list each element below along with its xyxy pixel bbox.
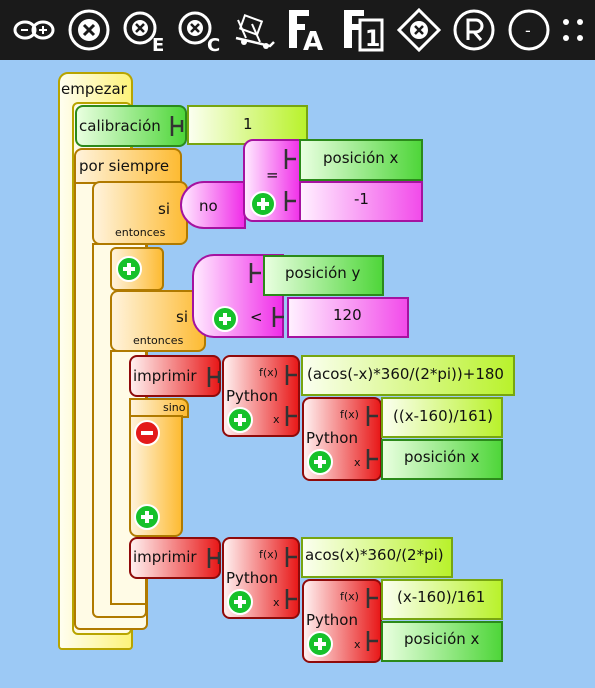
forever-label: por siempre — [79, 157, 170, 175]
pos-x-label-2: posición x — [404, 448, 480, 466]
expr-2: ((x-160)/161) — [393, 407, 494, 425]
pos-x-label-1: posición x — [323, 149, 399, 167]
python-label-4: Python — [306, 611, 358, 629]
then-label-2: entonces — [133, 334, 184, 347]
font-1-icon[interactable]: 1 — [342, 8, 386, 52]
connector-icon — [285, 364, 299, 386]
x-label-2: x — [354, 456, 361, 469]
equals-label: = — [266, 166, 279, 184]
add-icon[interactable] — [227, 407, 253, 433]
calibration-label: calibración — [79, 117, 161, 135]
connector-icon — [366, 630, 380, 652]
x-label-3: x — [273, 596, 280, 609]
minus-label: - — [525, 21, 531, 40]
connector-icon — [284, 148, 298, 170]
fx-label-3: f(x) — [259, 548, 278, 561]
if-label-2: si — [176, 308, 188, 326]
start-label: empezar — [61, 80, 127, 98]
c-letter: C — [207, 35, 220, 52]
font-a-icon[interactable]: A — [287, 8, 331, 52]
close-c-icon[interactable]: C — [177, 8, 221, 52]
if-label-1: si — [158, 200, 170, 218]
expr-1: (acos(-x)*360/(2*pi))+180 — [307, 365, 504, 383]
print-label-1: imprimir — [133, 367, 197, 385]
close-e-icon[interactable]: E — [122, 8, 166, 52]
fx-label-4: f(x) — [340, 590, 359, 603]
neg-one-value: -1 — [354, 190, 369, 208]
sled-icon[interactable] — [232, 8, 276, 52]
close-circle-icon[interactable] — [67, 8, 111, 52]
more-icon[interactable] — [558, 8, 588, 52]
toolbar: E C A 1 - — [0, 0, 595, 60]
connector-icon — [170, 115, 184, 137]
add-icon[interactable] — [227, 589, 253, 615]
pos-y-label: posición y — [285, 264, 361, 282]
connector-icon — [366, 405, 380, 427]
one-letter: 1 — [365, 27, 380, 52]
add-icon[interactable] — [307, 631, 333, 657]
add-icon[interactable] — [134, 504, 160, 530]
then-label-1: entonces — [115, 226, 166, 239]
add-icon[interactable] — [116, 256, 142, 282]
connector-icon — [207, 547, 221, 569]
add-icon[interactable] — [307, 449, 333, 475]
fx-label-2: f(x) — [340, 408, 359, 421]
pos-x-label-3: posición x — [404, 630, 480, 648]
calibration-value: 1 — [243, 115, 253, 133]
value-120: 120 — [333, 306, 362, 324]
a-letter: A — [303, 27, 323, 52]
e-letter: E — [152, 35, 164, 52]
expr-3: acos(x)*360/(2*pi) — [305, 546, 444, 564]
registered-icon[interactable] — [452, 8, 496, 52]
connector-icon — [366, 448, 380, 470]
connector-icon — [285, 588, 299, 610]
x-label-1: x — [273, 413, 280, 426]
connector-icon — [284, 190, 298, 212]
connector-icon — [285, 546, 299, 568]
connector-icon — [285, 405, 299, 427]
minus-circle-icon[interactable]: - — [507, 8, 551, 52]
fx-label-1: f(x) — [259, 366, 278, 379]
else-label: sino — [163, 401, 186, 414]
connector-icon — [272, 306, 286, 328]
print-label-2: imprimir — [133, 548, 197, 566]
remove-icon[interactable] — [134, 420, 160, 446]
python-label-2: Python — [306, 429, 358, 447]
x-label-4: x — [354, 638, 361, 651]
python-label-1: Python — [226, 387, 278, 405]
diamond-close-icon[interactable] — [397, 8, 441, 52]
arduino-icon[interactable] — [12, 8, 56, 52]
expr-4: (x-160)/161 — [397, 588, 486, 606]
not-label: no — [199, 197, 218, 215]
connector-icon — [366, 587, 380, 609]
add-icon[interactable] — [212, 306, 238, 332]
python-label-3: Python — [226, 569, 278, 587]
connector-icon — [249, 262, 263, 284]
connector-icon — [207, 366, 221, 388]
less-label: < — [250, 308, 263, 326]
add-icon[interactable] — [250, 191, 276, 217]
